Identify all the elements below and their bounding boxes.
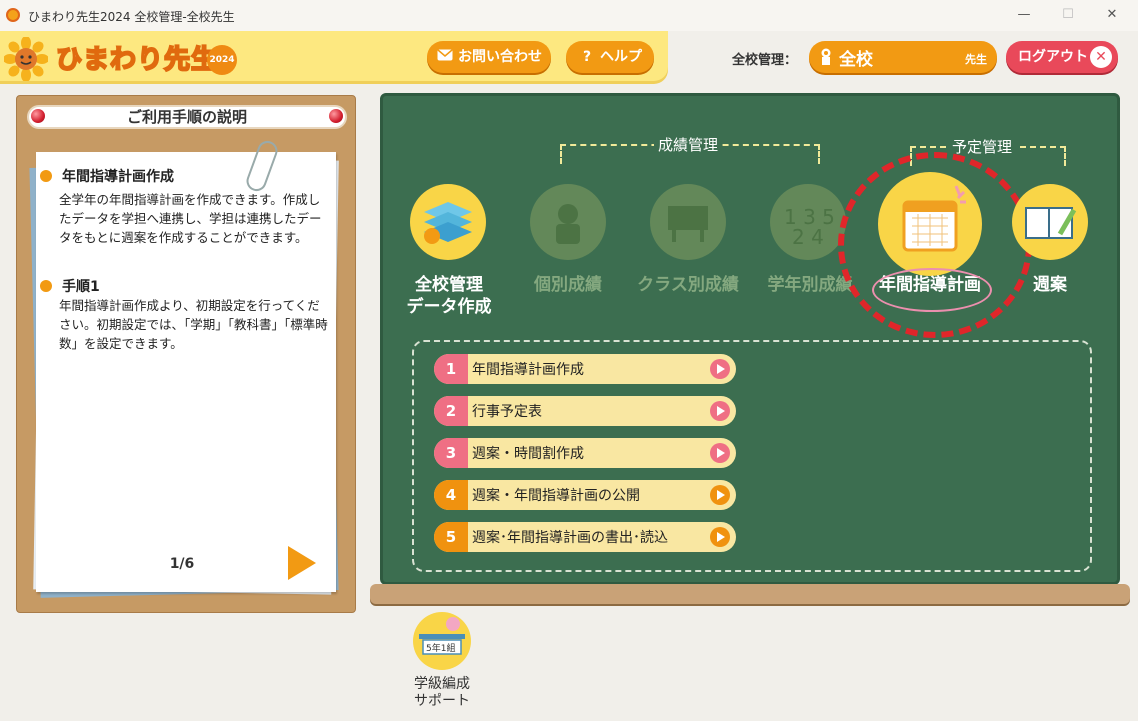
menu-label: 全校管理 データ作成 [406,275,492,317]
notebook-icon[interactable] [1012,184,1088,260]
year-badge: 2024 [207,45,237,75]
classroom-icon [650,184,726,260]
guide-title: ご利用手順の説明 [27,105,347,129]
guide-section-heading: 手順1 [40,276,100,296]
submenu-label: 行事予定表 [472,404,542,420]
step-number: 4 [434,480,468,510]
minimize-button[interactable]: — [1004,4,1044,26]
close-button[interactable]: ✕ [1092,4,1132,26]
help-label: ヘルプ [600,49,642,65]
play-arrow-icon [710,443,730,463]
person-icon [821,48,831,65]
guide-paper: 年間指導計画作成 全学年の年間指導計画を作成できます。作成したデータを学担へ連携… [36,138,336,592]
contact-button[interactable]: お問い合わせ [427,41,551,73]
play-arrow-icon [710,485,730,505]
submenu-label: 週案・年間指導計画の公開 [472,488,640,504]
close-circle-icon: ✕ [1090,46,1112,68]
school-data-icon[interactable] [410,184,486,260]
submenu-item-3[interactable]: 3 週案・時間割作成 [434,438,736,468]
tool-label-text: 学級編成 サポート [414,676,470,709]
window-titlebar: ひまわり先生2024 全校管理-全校先生 — ☐ ✕ [0,0,1138,31]
pin-icon [31,109,45,123]
submenu-label: 年間指導計画作成 [472,362,584,378]
play-arrow-icon [710,527,730,547]
window-title: ひまわり先生2024 全校管理-全校先生 [28,10,235,24]
submenu-item-2[interactable]: 2 行事予定表 [434,396,736,426]
app-header: ひまわり先生 2024 お問い合わせ ? ヘルプ 全校管理： 全校 先生 ログアウ… [0,31,1138,87]
class-organization-label[interactable]: 学級編成 サポート [400,676,484,710]
step-number: 3 [434,438,468,468]
grades-group-label: 成績管理 [654,134,723,155]
submenu-item-4[interactable]: 4 週案・年間指導計画の公開 [434,480,736,510]
mail-icon [436,41,454,73]
highlight-circle [838,152,1032,338]
step-number: 1 [434,354,468,384]
submenu-item-5[interactable]: 5 週案･年間指導計画の書出･読込 [434,522,736,552]
play-arrow-icon [710,401,730,421]
guide-board: ご利用手順の説明 年間指導計画作成 全学年の年間指導計画を作成できます。作成した… [16,95,356,613]
submenu-item-1[interactable]: 1 年間指導計画作成 [434,354,736,384]
help-button[interactable]: ? ヘルプ [566,41,654,73]
school-selector[interactable]: 全校 先生 [809,41,997,73]
guide-section-text: 年間指導計画作成より、初期設定を行ってください。初期設定では、「学期」「教科書」… [59,298,328,351]
class-organization-icon[interactable]: 5年1組 [413,612,471,670]
brand-logo-text: ひまわり先生 [55,44,219,76]
step-number: 5 [434,522,468,552]
menu-weekly-plan[interactable]: 週案 [1020,274,1080,296]
play-arrow-icon [710,359,730,379]
submenu-label: 週案･年間指導計画の書出･読込 [472,530,668,546]
student-icon [530,184,606,260]
paperclip-icon [243,138,281,194]
chalkboard-ledge [370,584,1130,604]
sunflower-app-icon [6,8,20,22]
numbers-icon: 1 3 52 4 [770,184,846,260]
role-label: 先生 [965,53,987,66]
menu-school-data[interactable]: 全校管理 データ作成 [396,274,502,318]
svg-text:2 4: 2 4 [792,225,824,249]
logout-label: ログアウト [1018,49,1088,65]
submenu-label: 週案・時間割作成 [472,446,584,462]
menu-individual-grades: 個別成績 [534,275,602,295]
guide-section-heading: 年間指導計画作成 [40,166,174,186]
guide-section-text: 全学年の年間指導計画を作成できます。作成したデータを学担へ連携し、学担は連携した… [59,192,322,245]
class-badge-text: 5年1組 [426,642,455,654]
pin-icon [329,109,343,123]
next-page-arrow-icon[interactable] [288,546,316,580]
sunflower-logo-icon [4,37,48,81]
step-number: 2 [434,396,468,426]
page-indicator: 1/6 [169,556,195,572]
menu-class-grades: クラス別成績 [637,275,739,295]
logout-button[interactable]: ログアウト ✕ [1006,41,1118,73]
maximize-button[interactable]: ☐ [1048,4,1088,26]
contact-label: お問い合わせ [458,49,542,65]
scope-label: 全校管理： [732,53,798,68]
help-icon: ? [582,49,592,65]
school-name: 全校 [839,50,873,70]
